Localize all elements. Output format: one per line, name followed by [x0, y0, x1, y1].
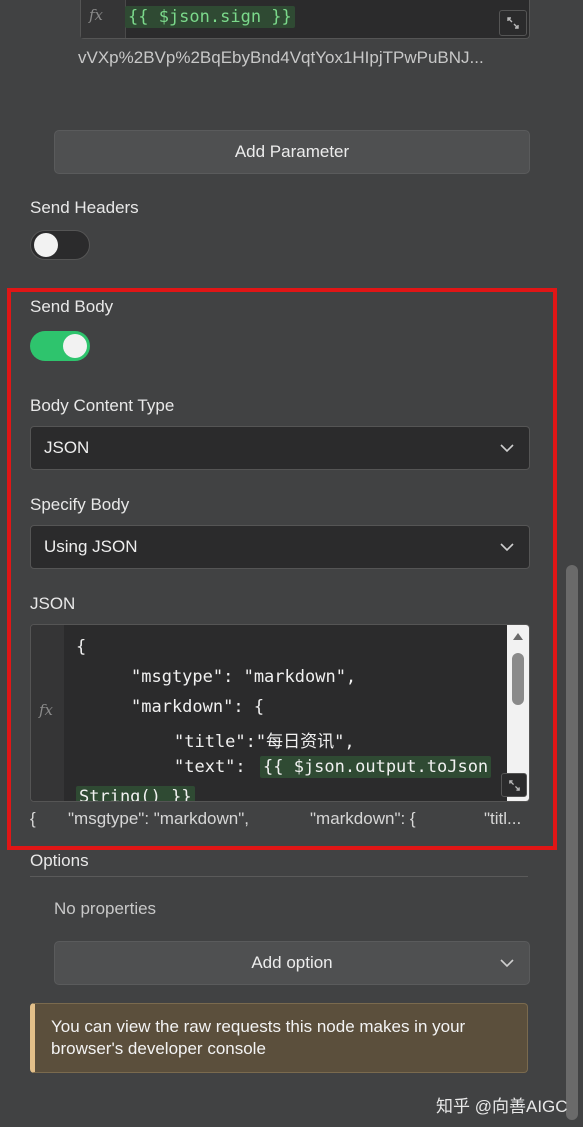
no-properties-text: No properties — [54, 899, 157, 918]
send-headers-toggle[interactable] — [30, 230, 90, 260]
highlight-frame — [7, 288, 557, 850]
watermark-text: 知乎 @向善AIGC — [436, 1097, 568, 1116]
send-headers-label: Send Headers — [30, 198, 139, 217]
chevron-down-icon — [500, 959, 514, 968]
info-callout: You can view the raw requests this node … — [30, 1003, 528, 1073]
add-option-label: Add option — [251, 953, 333, 972]
expression-preview: vVXp%2BVp%2BqEbyBnd4VqtYox1HIpjTPwPuBNJ.… — [78, 48, 484, 67]
expand-icon[interactable] — [499, 10, 527, 36]
page-scrollbar[interactable] — [566, 565, 578, 1120]
options-label: Options — [30, 851, 89, 870]
add-option-button[interactable]: Add option — [54, 941, 530, 985]
expression-chip: {{ $json.sign }} — [125, 6, 295, 28]
toggle-knob — [34, 233, 58, 257]
info-text: You can view the raw requests this node … — [51, 1017, 466, 1058]
divider — [30, 876, 528, 877]
fx-icon: fx — [89, 6, 104, 24]
add-parameter-button[interactable]: Add Parameter — [54, 130, 530, 174]
query-param-value-field[interactable]: fx {{ $json.sign }} — [80, 0, 530, 39]
fx-gutter: fx — [81, 0, 126, 38]
